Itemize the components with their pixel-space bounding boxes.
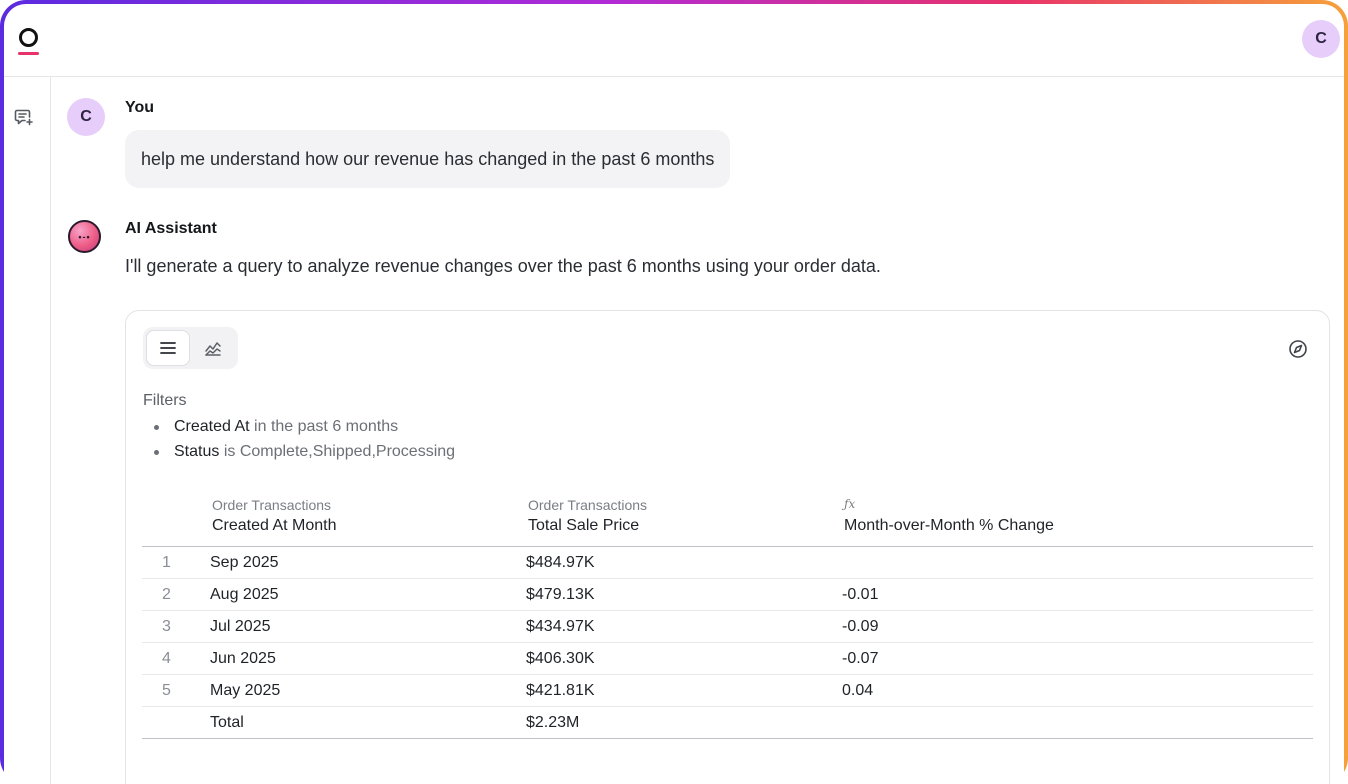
app-frame: C C You help me understand how our reven…: [0, 0, 1348, 784]
logo-icon[interactable]: [18, 28, 40, 58]
cell-month: Jul 2025: [210, 618, 271, 635]
filters-title: Filters: [143, 392, 187, 409]
left-rail: [4, 77, 51, 784]
row-index: 4: [162, 650, 171, 667]
row-index: 5: [162, 682, 171, 699]
assistant-avatar: •-•: [68, 220, 101, 253]
cell-price: $406.30K: [526, 650, 595, 667]
cell-change: -0.01: [842, 586, 879, 603]
column-label: Created At Month: [212, 517, 337, 534]
table-row: 3 Jul 2025 $434.97K -0.09: [142, 611, 1313, 643]
cell-change: -0.09: [842, 618, 879, 635]
column-header-change[interactable]: ƒx Month-over-Month % Change: [844, 495, 1054, 537]
column-header-month[interactable]: Order Transactions Created At Month: [212, 495, 337, 537]
total-price: $2.23M: [526, 714, 580, 731]
cell-price: $484.97K: [526, 554, 595, 571]
chart-icon: [205, 342, 221, 356]
assistant-message-text: I'll generate a query to analyze revenue…: [125, 256, 881, 276]
table-header: Order Transactions Created At Month Orde…: [142, 487, 1313, 547]
cell-month: May 2025: [210, 682, 281, 699]
user-avatar-menu[interactable]: C: [1302, 20, 1340, 58]
cell-price: $434.97K: [526, 618, 595, 635]
assistant-face-icon: •-•: [78, 231, 91, 242]
cell-month: Jun 2025: [210, 650, 276, 667]
column-group-label: Order Transactions: [212, 497, 332, 513]
filter-field: Created At: [174, 418, 255, 435]
filters-list: Created At in the past 6 months Status i…: [154, 414, 455, 464]
app-window: C C You help me understand how our reven…: [4, 4, 1344, 784]
cell-price: $421.81K: [526, 682, 595, 699]
filter-operator: is: [223, 443, 240, 460]
table-row: 4 Jun 2025 $406.30K -0.07: [142, 643, 1313, 675]
list-icon: [160, 342, 176, 354]
logo-underline: [18, 52, 39, 55]
table-row: 2 Aug 2025 $479.13K -0.01: [142, 579, 1313, 611]
row-index: 3: [162, 618, 171, 635]
new-chat-icon[interactable]: [13, 105, 35, 127]
chart-view-button[interactable]: [191, 330, 235, 366]
filter-field: Status: [174, 443, 224, 460]
column-label: Total Sale Price: [528, 517, 640, 534]
results-table: Order Transactions Created At Month Orde…: [142, 487, 1313, 739]
query-result-card: Filters Created At in the past 6 months …: [125, 310, 1330, 784]
row-index: 1: [162, 554, 171, 571]
formula-icon: ƒx: [844, 497, 856, 511]
filter-item: Created At in the past 6 months: [154, 414, 455, 439]
table-total-row: Total $2.23M: [142, 707, 1313, 739]
table-view-button[interactable]: [146, 330, 190, 366]
cell-change: 0.04: [842, 682, 874, 699]
top-bar: C: [4, 4, 1344, 77]
assistant-sender-name: AI Assistant: [125, 220, 217, 237]
cell-month: Aug 2025: [210, 586, 279, 603]
table-row: 1 Sep 2025 $484.97K: [142, 547, 1313, 579]
column-group-label: Order Transactions: [528, 497, 648, 513]
filter-condition: in the past 6 months: [254, 418, 399, 435]
logo-ring: [19, 28, 38, 47]
user-sender-name: You: [125, 99, 155, 116]
cell-month: Sep 2025: [210, 554, 279, 571]
table-row: 5 May 2025 $421.81K 0.04: [142, 675, 1313, 707]
cell-price: $479.13K: [526, 586, 595, 603]
filter-value: Complete,Shipped,Processing: [239, 443, 456, 460]
row-index: 2: [162, 586, 171, 603]
filter-item: Status is Complete,Shipped,Processing: [154, 439, 455, 464]
user-avatar: C: [67, 98, 105, 136]
view-toggle: [143, 327, 238, 369]
total-label: Total: [210, 714, 244, 731]
user-message-bubble: help me understand how our revenue has c…: [125, 130, 731, 188]
compass-icon: [1289, 340, 1307, 358]
user-message-text: help me understand how our revenue has c…: [141, 148, 715, 169]
explore-compass-button[interactable]: [1287, 338, 1309, 360]
cell-change: -0.07: [842, 650, 879, 667]
column-label: Month-over-Month % Change: [844, 517, 1054, 534]
column-header-price[interactable]: Order Transactions Total Sale Price: [528, 495, 647, 537]
